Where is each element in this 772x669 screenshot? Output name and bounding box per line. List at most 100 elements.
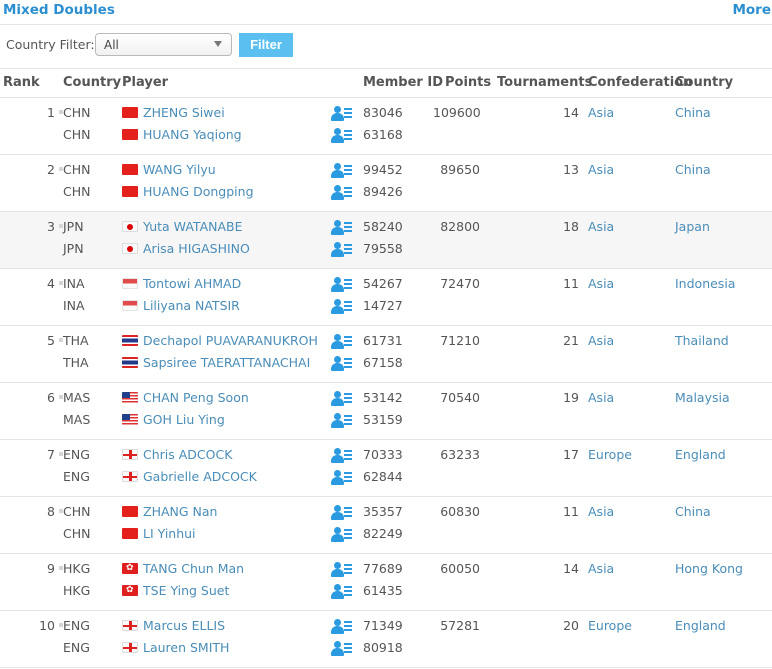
- country-link[interactable]: England: [675, 447, 726, 462]
- player-name-link[interactable]: Marcus ELLIS: [143, 618, 225, 633]
- player-profile-icon[interactable]: [330, 640, 352, 656]
- confederation-link[interactable]: Asia: [588, 390, 614, 405]
- col-header-tournaments[interactable]: Tournaments: [486, 69, 592, 98]
- player-name-link[interactable]: TANG Chun Man: [143, 561, 244, 576]
- player-profile-icon[interactable]: [330, 298, 352, 314]
- player-profile-icon[interactable]: [330, 105, 352, 121]
- player-name-link[interactable]: CHAN Peng Soon: [143, 390, 249, 405]
- points-value: 60830: [440, 503, 480, 519]
- player-name-link[interactable]: ZHANG Nan: [143, 504, 217, 519]
- country-link[interactable]: China: [675, 162, 711, 177]
- flag-eng-icon: [122, 619, 138, 631]
- player-name-link[interactable]: LI Yinhui: [143, 526, 196, 541]
- rank-change-dot-icon: [59, 224, 63, 228]
- confederation-cell: Asia: [585, 553, 672, 611]
- country-link[interactable]: Malaysia: [675, 390, 730, 405]
- confederation-link[interactable]: Asia: [588, 561, 614, 576]
- player-name-link[interactable]: GOH Liu Ying: [143, 412, 225, 427]
- country-link[interactable]: England: [675, 618, 726, 633]
- col-header-country[interactable]: Country: [672, 69, 772, 98]
- confederation-link[interactable]: Asia: [588, 333, 614, 348]
- player-name-link[interactable]: Chris ADCOCK: [143, 447, 232, 462]
- member-id: 67158: [363, 354, 403, 370]
- player-cell: TANG Chun Man TSE Ying Suet: [122, 553, 330, 611]
- player-profile-icon[interactable]: [330, 355, 352, 371]
- section-title-link[interactable]: Mixed Doubles: [3, 2, 115, 18]
- player-name-link[interactable]: Dechapol PUAVARANUKROH: [143, 333, 318, 348]
- country-link[interactable]: Thailand: [675, 333, 729, 348]
- country-code: CHN: [63, 503, 91, 519]
- member-id: 58240: [363, 218, 403, 234]
- player-profile-icon[interactable]: [330, 583, 352, 599]
- confederation-link[interactable]: Asia: [588, 219, 614, 234]
- country-link[interactable]: China: [675, 105, 711, 120]
- confederation-link[interactable]: Asia: [588, 162, 614, 177]
- country-link[interactable]: Indonesia: [675, 276, 735, 291]
- player-profile-icon[interactable]: [330, 526, 352, 542]
- player-name-link[interactable]: WANG Yilyu: [143, 162, 216, 177]
- player-profile-icon[interactable]: [330, 184, 352, 200]
- flag-jpn-icon: [122, 220, 138, 232]
- player-name-link[interactable]: TSE Ying Suet: [143, 583, 229, 598]
- player-profile-icon[interactable]: [330, 219, 352, 235]
- player-name-link[interactable]: Sapsiree TAERATTANACHAI: [143, 355, 310, 370]
- member-id: 80918: [363, 639, 403, 655]
- member-id-cell: 53142 53159: [363, 382, 433, 440]
- player-profile-icon[interactable]: [330, 127, 352, 143]
- confederation-link[interactable]: Asia: [588, 276, 614, 291]
- member-id: 70333: [363, 446, 403, 462]
- country-link[interactable]: Japan: [675, 219, 710, 234]
- player-name-link[interactable]: Yuta WATANABE: [143, 219, 243, 234]
- filter-button[interactable]: Filter: [239, 33, 293, 57]
- col-header-country-code[interactable]: Country: [63, 69, 122, 98]
- player-name-link[interactable]: Lauren SMITH: [143, 640, 229, 655]
- col-header-confederation[interactable]: Confederation: [585, 69, 692, 98]
- country-filter-select[interactable]: All: [95, 33, 232, 56]
- points-cell: 89650: [433, 154, 486, 212]
- player-profile-icon[interactable]: [330, 561, 352, 577]
- confederation-link[interactable]: Asia: [588, 105, 614, 120]
- col-header-member-id[interactable]: Member ID: [363, 69, 443, 98]
- country-link[interactable]: Hong Kong: [675, 561, 743, 576]
- rank-change-dot-icon: [59, 566, 63, 570]
- player-name-link[interactable]: HUANG Dongping: [143, 184, 254, 199]
- col-header-player[interactable]: Player: [122, 69, 330, 98]
- country-code: MAS: [63, 411, 91, 427]
- tournaments-value: 11: [563, 503, 579, 519]
- confederation-cell: Europe: [585, 610, 672, 668]
- tournaments-value: 19: [563, 389, 579, 405]
- member-id-cell: 83046 63168: [363, 97, 433, 155]
- country-link[interactable]: China: [675, 504, 711, 519]
- player-profile-icon[interactable]: [330, 241, 352, 257]
- rank-value: 10: [39, 617, 55, 633]
- player-name-link[interactable]: ZHENG Siwei: [143, 105, 225, 120]
- member-id-cell: 70333 62844: [363, 439, 433, 497]
- member-id: 54267: [363, 275, 403, 291]
- col-header-rank[interactable]: Rank: [0, 69, 63, 98]
- player-name-link[interactable]: Gabrielle ADCOCK: [143, 469, 257, 484]
- player-cell: Dechapol PUAVARANUKROH Sapsiree TAERATTAN…: [122, 325, 330, 383]
- player-profile-icon[interactable]: [330, 162, 352, 178]
- player-name-link[interactable]: Liliyana NATSIR: [143, 298, 240, 313]
- player-profile-icon[interactable]: [330, 469, 352, 485]
- player-name-link[interactable]: Arisa HIGASHINO: [143, 241, 250, 256]
- player-profile-icon[interactable]: [330, 333, 352, 349]
- confederation-link[interactable]: Asia: [588, 504, 614, 519]
- member-id-cell: 58240 79558: [363, 211, 433, 269]
- profile-icon-cell: [330, 496, 363, 554]
- player-profile-icon[interactable]: [330, 412, 352, 428]
- more-link[interactable]: More: [732, 2, 771, 18]
- player-profile-icon[interactable]: [330, 447, 352, 463]
- player-profile-icon[interactable]: [330, 390, 352, 406]
- player-profile-icon[interactable]: [330, 504, 352, 520]
- player-name-link[interactable]: Tontowi AHMAD: [143, 276, 241, 291]
- confederation-link[interactable]: Europe: [588, 618, 632, 633]
- player-profile-icon[interactable]: [330, 618, 352, 634]
- player-profile-icon[interactable]: [330, 276, 352, 292]
- confederation-cell: Asia: [585, 382, 672, 440]
- confederation-link[interactable]: Europe: [588, 447, 632, 462]
- tournaments-cell: 11: [486, 496, 585, 554]
- country-code: ENG: [63, 617, 90, 633]
- player-cell: CHAN Peng Soon GOH Liu Ying: [122, 382, 330, 440]
- player-name-link[interactable]: HUANG Yaqiong: [143, 127, 242, 142]
